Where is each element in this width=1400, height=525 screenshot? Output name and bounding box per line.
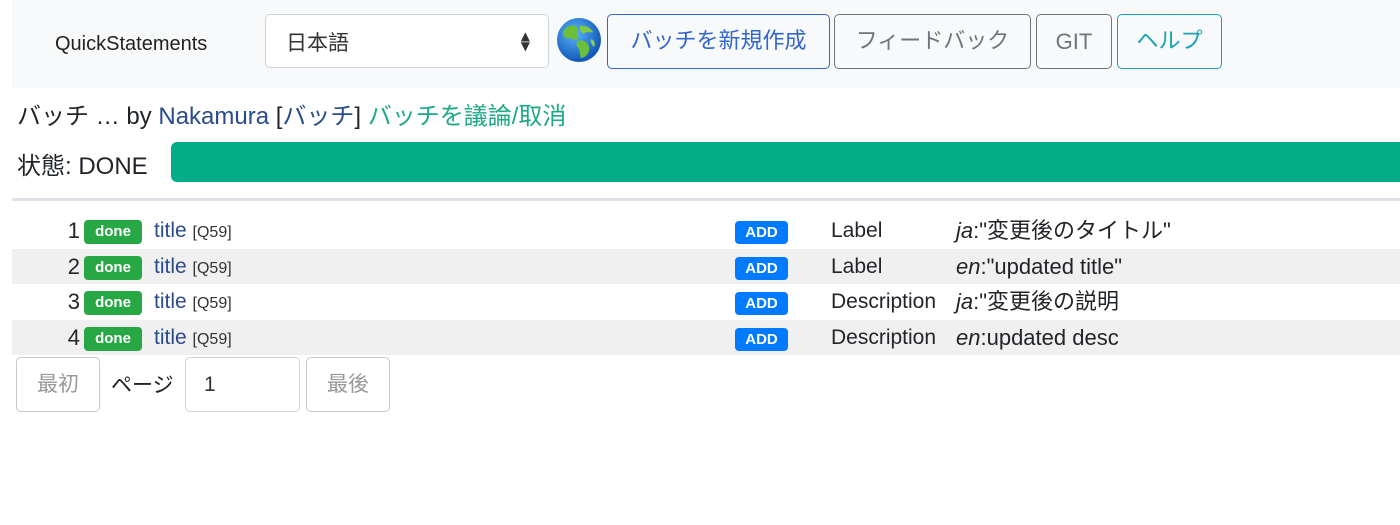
globe-icon[interactable] [556,17,602,63]
item-id: [Q59] [192,224,232,241]
first-page-button[interactable]: 最初 [16,357,100,412]
last-page-button[interactable]: 最後 [306,357,390,412]
property-label: Label [831,254,883,278]
select-arrows-icon: ▲ ▼ [520,29,530,53]
status-badge: done [84,220,142,244]
value-cell: ja:"変更後のタイトル" [956,213,1171,248]
table-row: 4 done title [Q59] ADD Description en:up… [12,319,1400,357]
progress-fill [171,142,1400,182]
item-id: [Q59] [192,330,232,348]
command-number: 3 [67,289,80,314]
bracket-close: ] [354,103,368,130]
progress-bar [171,142,1400,182]
status-badge: done [84,326,142,351]
batch-info: バッチ … by Nakamura [バッチ] バッチを議論/取消 [17,96,566,131]
value-cell: ja:"変更後の説明 [956,284,1119,319]
language-select[interactable]: 日本語 ▲ ▼ [265,14,549,68]
item-link[interactable]: title [154,255,187,278]
property-label: Description [831,325,937,349]
help-button[interactable]: ヘルプ [1117,14,1222,69]
item-id: [Q59] [192,259,232,277]
item-cell: title [Q59] [154,213,232,250]
page-label: ページ [111,373,174,397]
item-link[interactable]: title [154,326,187,349]
discuss-cancel-link[interactable]: バッチを議論/取消 [368,103,567,130]
value-text: :"updated title" [980,253,1123,279]
status-badge: done [84,255,142,280]
value-cell: en:updated desc [956,320,1119,355]
value-lang: ja [956,289,974,314]
language-select-value: 日本語 [286,31,349,55]
status-badge: done [84,291,142,315]
command-number: 2 [67,253,80,279]
item-cell: title [Q59] [154,320,232,357]
value-lang: en [956,253,981,279]
table-row: 2 done title [Q59] ADD Label en:"updated… [12,248,1400,286]
batch-prefix: バッチ … by [17,103,159,130]
command-table: 1 done title [Q59] ADD Label ja:"変更後のタイト… [12,213,1400,355]
command-number: 4 [67,324,80,350]
value-text: :"変更後の説明 [973,289,1120,314]
action-badge: ADD [735,256,788,280]
value-text: :updated desc [980,324,1119,350]
value-cell: en:"updated title" [956,249,1122,284]
status-label: 状態: DONE [17,153,148,180]
brand-title[interactable]: QuickStatements [55,33,207,56]
bracket-open: [ [269,103,283,130]
table-row: 3 done title [Q59] ADD Description ja:"変… [12,284,1400,320]
item-link[interactable]: title [154,290,187,313]
page-number-input[interactable] [185,357,300,412]
new-batch-button[interactable]: バッチを新規作成 [607,14,830,69]
item-id: [Q59] [192,295,232,312]
value-text: :"変更後のタイトル" [973,218,1171,243]
feedback-button[interactable]: フィードバック [834,14,1031,69]
navbar: QuickStatements 日本語 ▲ ▼ バッチを新規作成 フィードバック … [12,0,1400,88]
git-button[interactable]: GIT [1036,14,1112,69]
user-link[interactable]: Nakamura [158,103,269,130]
divider [12,198,1400,201]
property-label: Label [831,219,883,242]
item-cell: title [Q59] [154,284,232,321]
command-number: 1 [67,218,80,243]
item-link[interactable]: title [154,219,187,242]
value-lang: en [956,324,981,350]
action-badge: ADD [735,292,788,315]
table-row: 1 done title [Q59] ADD Label ja:"変更後のタイト… [12,213,1400,249]
action-badge: ADD [735,221,788,244]
action-badge: ADD [735,327,788,351]
batch-link[interactable]: バッチ [282,103,354,130]
property-label: Description [831,290,937,313]
value-lang: ja [956,218,974,243]
item-cell: title [Q59] [154,249,232,286]
